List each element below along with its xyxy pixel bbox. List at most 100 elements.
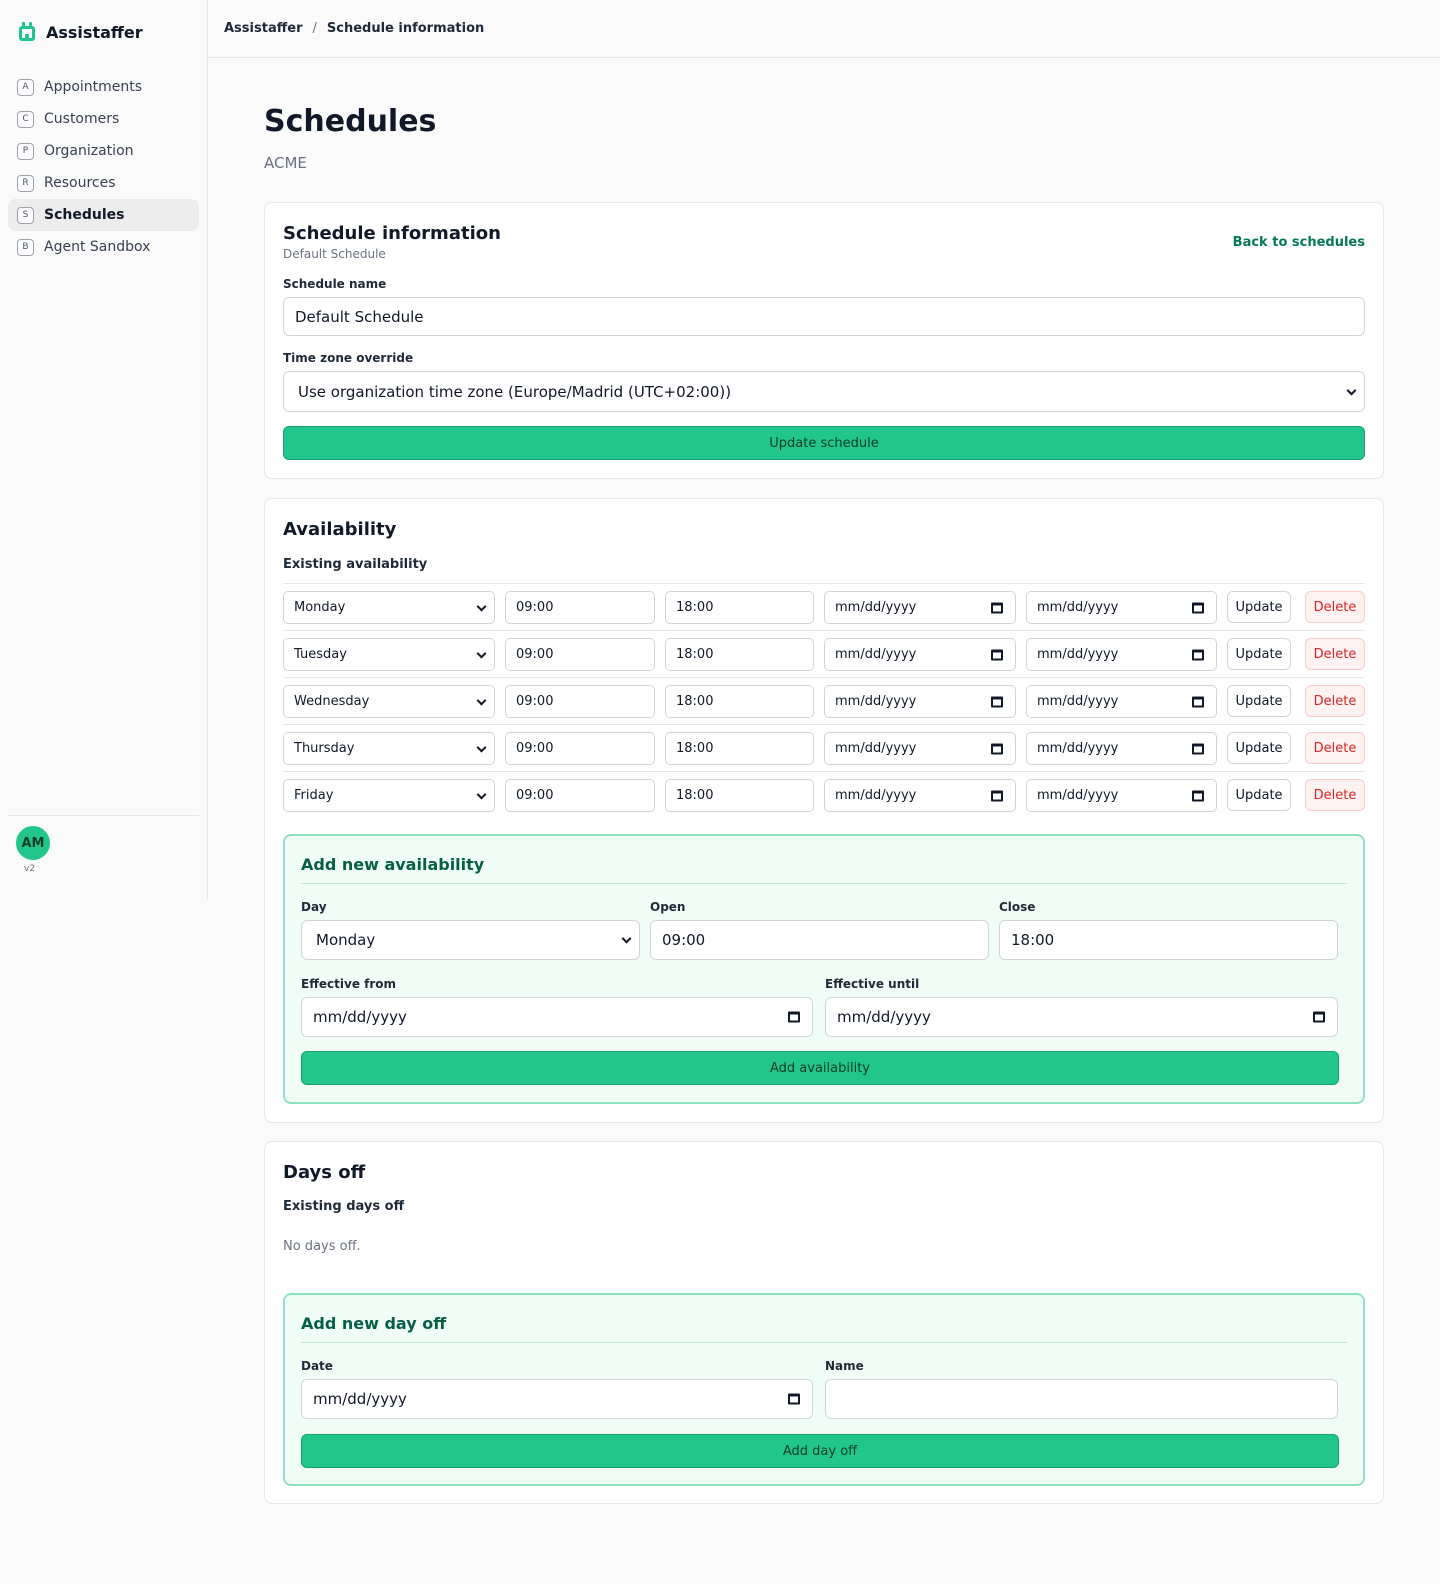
add-availability-panel: Add new availability Day Monday Open 09:…: [283, 834, 1365, 1104]
close-label: Close: [999, 900, 1036, 914]
row-update-button[interactable]: Update: [1227, 685, 1291, 717]
sidebar-item-agent-sandbox[interactable]: B Agent Sandbox: [8, 231, 199, 263]
timezone-select[interactable]: Use organization time zone (Europe/Madri…: [283, 371, 1365, 412]
row-update-button[interactable]: Update: [1227, 591, 1291, 623]
existing-availability-label: Existing availability: [283, 557, 428, 572]
row-open-value: 09:00: [516, 788, 554, 803]
day-off-date-input[interactable]: mm/dd/yyyy: [301, 1379, 813, 1419]
row-open-input[interactable]: 09:00: [505, 732, 655, 765]
days-off-title: Days off: [283, 1162, 366, 1183]
row-day-select[interactable]: Monday: [283, 591, 495, 624]
row-from-date-input[interactable]: mm/dd/yyyy: [824, 685, 1016, 718]
row-close-input[interactable]: 18:00: [665, 732, 814, 765]
row-delete-button[interactable]: Delete: [1305, 591, 1365, 623]
open-time-input[interactable]: 09:00: [650, 920, 989, 960]
row-from-date-input[interactable]: mm/dd/yyyy: [824, 779, 1016, 812]
close-time-input[interactable]: 18:00: [999, 920, 1338, 960]
row-update-button[interactable]: Update: [1227, 638, 1291, 670]
add-day-off-button[interactable]: Add day off: [301, 1434, 1339, 1468]
row-day-select[interactable]: Tuesday: [283, 638, 495, 671]
row-until-date-input[interactable]: mm/dd/yyyy: [1026, 638, 1217, 671]
page-title: Schedules: [264, 104, 437, 139]
calendar-icon[interactable]: [991, 649, 1003, 660]
brand[interactable]: Assistaffer: [18, 21, 143, 43]
row-day-select[interactable]: Thursday: [283, 732, 495, 765]
add-availability-button[interactable]: Add availability: [301, 1051, 1339, 1085]
calendar-icon[interactable]: [1313, 1011, 1325, 1023]
calendar-icon[interactable]: [1192, 602, 1204, 613]
version-label: v2: [24, 864, 36, 874]
row-from-value: mm/dd/yyyy: [835, 788, 917, 803]
row-update-button[interactable]: Update: [1227, 732, 1291, 764]
page-subtitle: ACME: [264, 154, 307, 172]
open-label: Open: [650, 900, 686, 914]
calendar-icon[interactable]: [991, 602, 1003, 613]
row-from-date-input[interactable]: mm/dd/yyyy: [824, 638, 1016, 671]
calendar-icon[interactable]: [991, 743, 1003, 754]
sidebar-item-label: Appointments: [44, 79, 143, 95]
calendar-icon[interactable]: [1192, 790, 1204, 801]
row-until-date-input[interactable]: mm/dd/yyyy: [1026, 591, 1217, 624]
breadcrumb-root[interactable]: Assistaffer: [224, 21, 302, 36]
divider: [301, 883, 1347, 884]
day-off-date-value: mm/dd/yyyy: [313, 1390, 407, 1408]
avatar[interactable]: AM: [16, 826, 50, 860]
effective-until-label: Effective until: [825, 977, 920, 991]
effective-from-date-input[interactable]: mm/dd/yyyy: [301, 997, 813, 1037]
update-schedule-button[interactable]: Update schedule: [283, 426, 1365, 460]
row-update-button[interactable]: Update: [1227, 779, 1291, 811]
shortcut-key-badge: C: [17, 110, 34, 128]
row-day-value: Monday: [294, 600, 346, 615]
row-from-value: mm/dd/yyyy: [835, 647, 917, 662]
row-from-value: mm/dd/yyyy: [835, 741, 917, 756]
effective-until-date-input[interactable]: mm/dd/yyyy: [825, 997, 1338, 1037]
app-name: Assistaffer: [46, 22, 143, 42]
row-open-input[interactable]: 09:00: [505, 685, 655, 718]
chevron-down-icon: [476, 742, 487, 753]
back-to-schedules-link[interactable]: Back to schedules: [1233, 235, 1365, 250]
sidebar-item-resources[interactable]: R Resources: [8, 167, 199, 199]
row-close-value: 18:00: [676, 647, 714, 662]
calendar-icon[interactable]: [991, 790, 1003, 801]
row-open-input[interactable]: 09:00: [505, 779, 655, 812]
sidebar-footer: AM v2: [8, 815, 199, 874]
row-close-input[interactable]: 18:00: [665, 638, 814, 671]
row-delete-button[interactable]: Delete: [1305, 732, 1365, 764]
calendar-icon[interactable]: [788, 1011, 800, 1023]
day-select[interactable]: Monday: [301, 920, 640, 960]
calendar-icon[interactable]: [1192, 649, 1204, 660]
calendar-icon[interactable]: [788, 1393, 800, 1405]
existing-days-off-label: Existing days off: [283, 1199, 405, 1214]
sidebar-item-organization[interactable]: P Organization: [8, 135, 199, 167]
calendar-icon[interactable]: [1192, 743, 1204, 754]
date-label: Date: [301, 1359, 333, 1373]
chevron-down-icon: [476, 648, 487, 659]
row-from-date-input[interactable]: mm/dd/yyyy: [824, 732, 1016, 765]
row-until-date-input[interactable]: mm/dd/yyyy: [1026, 779, 1217, 812]
row-delete-button[interactable]: Delete: [1305, 685, 1365, 717]
row-close-input[interactable]: 18:00: [665, 779, 814, 812]
sidebar-item-schedules[interactable]: S Schedules: [8, 199, 199, 231]
row-day-select[interactable]: Friday: [283, 779, 495, 812]
row-open-input[interactable]: 09:00: [505, 638, 655, 671]
sidebar-item-appointments[interactable]: A Appointments: [8, 71, 199, 103]
row-close-input[interactable]: 18:00: [665, 591, 814, 624]
row-day-select[interactable]: Wednesday: [283, 685, 495, 718]
divider: [283, 771, 1365, 772]
row-open-input[interactable]: 09:00: [505, 591, 655, 624]
timezone-value: Use organization time zone (Europe/Madri…: [298, 382, 732, 401]
row-until-date-input[interactable]: mm/dd/yyyy: [1026, 732, 1217, 765]
row-close-input[interactable]: 18:00: [665, 685, 814, 718]
empty-state-text: No days off.: [283, 1239, 361, 1254]
row-until-date-input[interactable]: mm/dd/yyyy: [1026, 685, 1217, 718]
divider: [283, 724, 1365, 725]
sidebar-item-customers[interactable]: C Customers: [8, 103, 199, 135]
schedule-name-label: Schedule name: [283, 277, 387, 291]
row-from-date-input[interactable]: mm/dd/yyyy: [824, 591, 1016, 624]
calendar-icon[interactable]: [1192, 696, 1204, 707]
calendar-icon[interactable]: [991, 696, 1003, 707]
schedule-name-input[interactable]: Default Schedule: [283, 297, 1365, 336]
row-delete-button[interactable]: Delete: [1305, 638, 1365, 670]
day-off-name-input[interactable]: [825, 1379, 1338, 1419]
row-delete-button[interactable]: Delete: [1305, 779, 1365, 811]
